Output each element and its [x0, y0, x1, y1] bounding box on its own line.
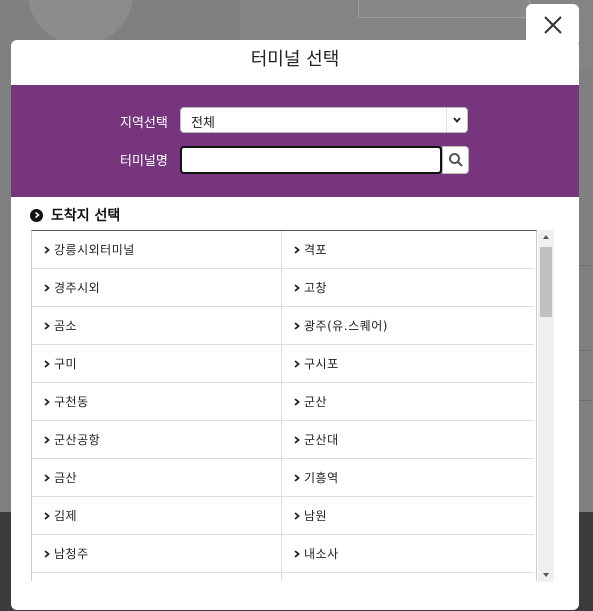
terminal-item-label: 구미 — [54, 357, 78, 371]
terminal-item-label: 강릉시외터미널 — [54, 243, 135, 257]
terminal-item[interactable]: 구천동 — [32, 383, 281, 421]
terminal-item[interactable] — [32, 573, 281, 581]
section-header: 도착지 선택 — [30, 205, 120, 225]
terminal-item[interactable]: 군산 — [281, 383, 534, 421]
chevron-right-icon — [294, 435, 300, 444]
chevron-down-icon — [446, 108, 467, 132]
terminal-item[interactable]: 남청주 — [32, 535, 281, 573]
terminal-name-label: 터미널명 — [120, 154, 168, 169]
terminal-item[interactable]: 남원 — [281, 497, 534, 535]
scroll-up-arrow[interactable] — [538, 230, 554, 244]
terminal-select-modal: 터미널 선택 지역선택 전체 터미널명 도착지 선택 강릉시외터미널 격포경주시외… — [11, 40, 579, 610]
chevron-right-icon — [44, 473, 50, 482]
chevron-right-icon — [44, 283, 50, 292]
scroll-thumb[interactable] — [540, 247, 552, 317]
terminal-item[interactable]: 곰소 — [32, 307, 281, 345]
terminal-item[interactable]: 격포 — [281, 231, 534, 269]
chevron-right-icon — [294, 511, 300, 520]
terminal-item-label: 기흥역 — [304, 471, 339, 485]
close-icon[interactable] — [542, 14, 564, 36]
region-label: 지역선택 — [120, 116, 168, 131]
terminal-item-label: 군산 — [304, 395, 328, 409]
terminal-item-label: 곰소 — [54, 319, 78, 333]
terminal-item[interactable]: 경주시외 — [32, 269, 281, 307]
terminal-item[interactable] — [281, 573, 534, 581]
terminal-item-label: 남청주 — [54, 547, 89, 561]
terminal-item-label: 격포 — [304, 243, 328, 257]
terminal-item-label: 내소사 — [304, 547, 339, 561]
chevron-right-icon — [44, 435, 50, 444]
terminal-item-label: 금산 — [54, 471, 78, 485]
terminal-item-label: 광주(유.스퀘어) — [304, 319, 388, 333]
chevron-right-icon — [44, 511, 50, 520]
background-field — [358, 0, 530, 18]
chevron-right-icon — [294, 283, 300, 292]
terminal-name-input[interactable] — [180, 146, 442, 174]
search-icon — [448, 153, 463, 167]
terminal-grid: 강릉시외터미널 격포경주시외 고창곰소 광주(유.스퀘어) 구미 구시포구천동 군산군산공항… — [32, 231, 536, 581]
terminal-item-label: 구천동 — [54, 395, 89, 409]
scrollbar[interactable] — [538, 230, 554, 582]
terminal-item-label: 김제 — [54, 509, 78, 523]
terminal-item[interactable]: 군산대 — [281, 421, 534, 459]
terminal-item[interactable]: 기흥역 — [281, 459, 534, 497]
chevron-right-icon — [294, 549, 300, 558]
terminal-item[interactable]: 구미 — [32, 345, 281, 383]
search-panel: 지역선택 전체 터미널명 — [11, 85, 579, 197]
terminal-item-label: 경주시외 — [54, 281, 101, 295]
region-select[interactable]: 전체 — [180, 107, 468, 133]
chevron-right-icon — [44, 321, 50, 330]
terminal-item-label: 구시포 — [304, 357, 339, 371]
chevron-right-icon — [44, 245, 50, 254]
terminal-item[interactable]: 군산공항 — [32, 421, 281, 459]
terminal-item-label: 고창 — [304, 281, 328, 295]
terminal-item[interactable]: 금산 — [32, 459, 281, 497]
chevron-right-icon — [294, 359, 300, 368]
terminal-item-label: 군산공항 — [54, 433, 101, 447]
chevron-right-icon — [44, 359, 50, 368]
terminal-item[interactable]: 광주(유.스퀘어) — [281, 307, 534, 345]
terminal-list: 강릉시외터미널 격포경주시외 고창곰소 광주(유.스퀘어) 구미 구시포구천동 군산군산공항… — [31, 230, 537, 581]
chevron-right-icon — [44, 397, 50, 406]
terminal-item[interactable]: 내소사 — [281, 535, 534, 573]
chevron-right-icon — [294, 473, 300, 482]
chevron-right-icon — [294, 321, 300, 330]
chevron-right-icon — [294, 245, 300, 254]
terminal-item[interactable]: 구시포 — [281, 345, 534, 383]
region-selected-value: 전체 — [191, 116, 215, 131]
chevron-right-icon — [294, 397, 300, 406]
terminal-item-label: 남원 — [304, 509, 328, 523]
scroll-down-arrow[interactable] — [538, 568, 554, 582]
terminal-item[interactable]: 강릉시외터미널 — [32, 231, 281, 269]
section-title: 도착지 선택 — [51, 208, 121, 224]
terminal-item[interactable]: 김제 — [32, 497, 281, 535]
modal-title: 터미널 선택 — [250, 49, 340, 70]
terminal-item-label: 군산대 — [304, 433, 339, 447]
search-button[interactable] — [442, 146, 469, 174]
chevron-right-icon — [44, 549, 50, 558]
circle-chevron-icon — [30, 208, 43, 222]
terminal-item[interactable]: 고창 — [281, 269, 534, 307]
